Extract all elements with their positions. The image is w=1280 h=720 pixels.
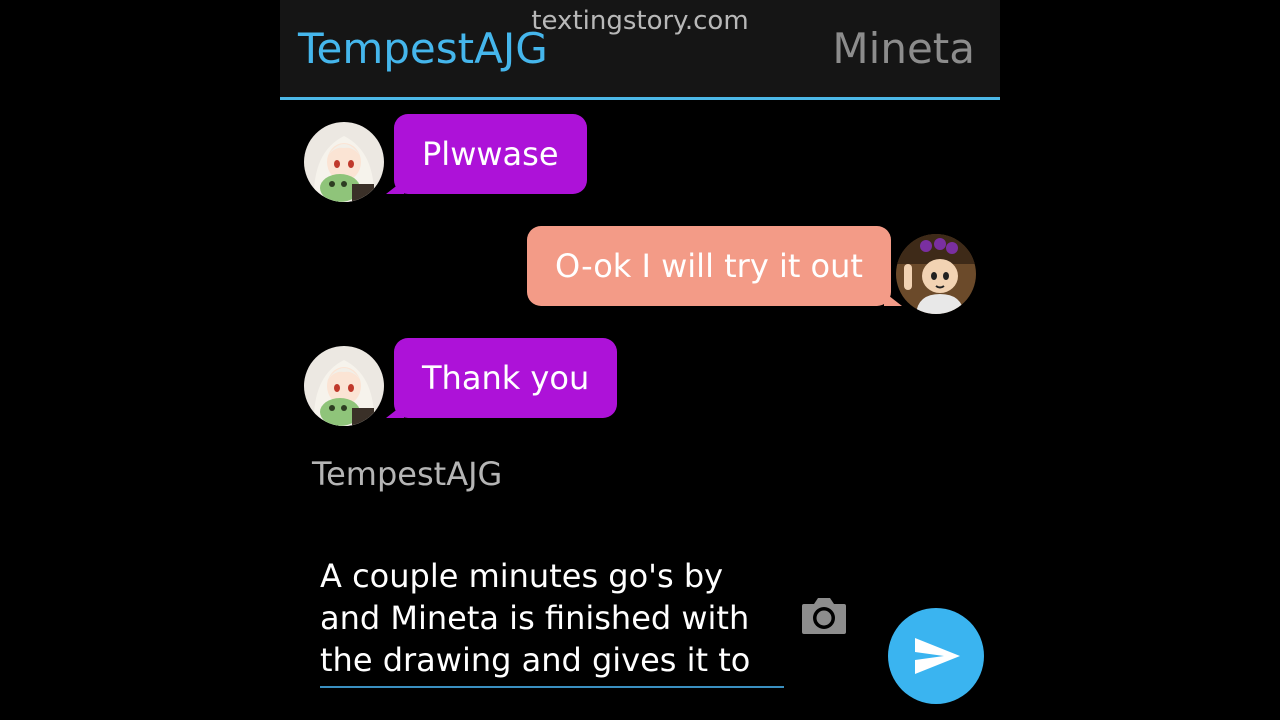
header-divider [280,97,1000,100]
sender-selector[interactable]: TempestAJG [312,455,502,493]
left-contact-name[interactable]: TempestAJG [298,24,548,73]
chat-screen: textingstory.com TempestAJG Mineta Plwwa… [280,0,1000,720]
message-bubble-received[interactable]: Plwwase [394,114,587,194]
chat-header: textingstory.com TempestAJG Mineta [280,0,1000,97]
camera-icon[interactable] [800,596,848,640]
input-underline [320,686,784,688]
mineta-avatar[interactable] [896,234,976,314]
message-input[interactable]: A couple minutes go's by and Mineta is f… [320,555,790,681]
send-button[interactable] [888,608,984,704]
right-contact-name[interactable]: Mineta [832,24,975,73]
message-bubble-sent[interactable]: O-ok I will try it out [527,226,891,306]
bubble-tail [884,292,902,306]
white-haired-girl-avatar[interactable] [304,346,384,426]
white-haired-girl-avatar[interactable] [304,122,384,202]
send-icon [915,638,960,674]
message-bubble-received[interactable]: Thank you [394,338,618,418]
